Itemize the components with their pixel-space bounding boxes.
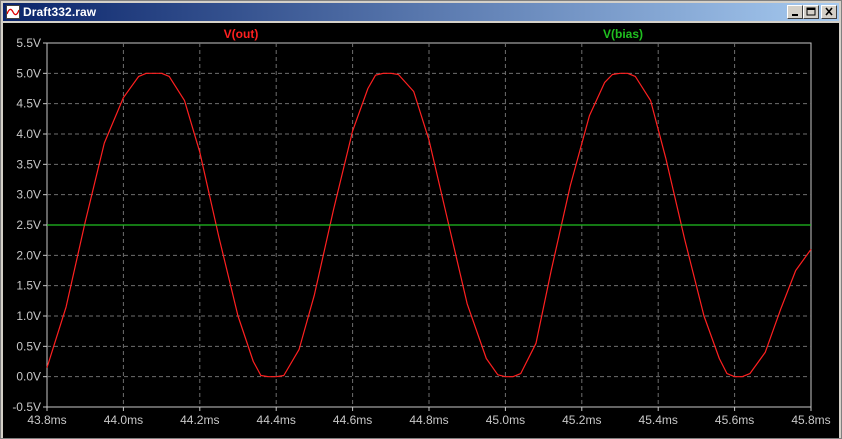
y-tick-label: 2.0V — [16, 248, 41, 262]
maximize-button[interactable] — [803, 5, 819, 19]
y-tick-label: -0.5V — [12, 400, 41, 414]
waveform-chart[interactable]: 5.5V 5.0V 4.5V 4.0V 3.5V 3.0V 2.5V 2.0V 1.5V 1.0V… — [3, 23, 839, 438]
maximize-icon — [806, 7, 816, 16]
x-tick-label: 45.2ms — [562, 413, 601, 427]
plot-area[interactable]: 5.5V 5.0V 4.5V 4.0V 3.5V 3.0V 2.5V 2.0V 1.5V 1.0V… — [3, 23, 839, 438]
y-tick-label: 3.5V — [16, 157, 41, 171]
y-tick-label: 4.5V — [16, 97, 41, 111]
y-tick-label: 1.0V — [16, 309, 41, 323]
x-tick-label: 44.6ms — [333, 413, 372, 427]
y-tick-label: 5.0V — [16, 66, 41, 80]
x-tick-label: 44.8ms — [409, 413, 448, 427]
x-tick-label: 44.2ms — [180, 413, 219, 427]
legend-label-vout[interactable]: V(out) — [224, 27, 259, 41]
y-tick-label: 2.5V — [16, 218, 41, 232]
y-axis-labels: 5.5V 5.0V 4.5V 4.0V 3.5V 3.0V 2.5V 2.0V 1.5V 1.0V… — [12, 36, 41, 414]
legend: V(out) V(bias) — [224, 27, 643, 41]
x-axis-labels: 43.8ms 44.0ms 44.2ms 44.4ms 44.6ms 44.8ms 45.0… — [27, 413, 830, 427]
title-bar[interactable]: Draft332.raw — [3, 3, 839, 21]
waveform-window: Draft332.raw 5.5V 5.0V 4.5V 4.0V 3.5V 3.… — [0, 0, 842, 439]
y-tick-label: 0.0V — [16, 370, 41, 384]
close-icon — [825, 7, 833, 16]
x-tick-label: 44.4ms — [257, 413, 296, 427]
y-tick-label: 3.0V — [16, 188, 41, 202]
minimize-icon — [792, 14, 798, 16]
x-tick-label: 45.4ms — [639, 413, 678, 427]
x-tick-label: 45.8ms — [791, 413, 830, 427]
x-tick-label: 45.6ms — [715, 413, 754, 427]
window-controls — [787, 5, 837, 19]
y-tick-label: 0.5V — [16, 339, 41, 353]
window-title: Draft332.raw — [23, 5, 97, 19]
y-tick-label: 1.5V — [16, 279, 41, 293]
minimize-button[interactable] — [787, 5, 803, 19]
grid — [43, 42, 812, 411]
legend-label-vbias[interactable]: V(bias) — [603, 27, 643, 41]
close-button[interactable] — [821, 5, 837, 19]
waveform-icon — [6, 5, 20, 19]
y-tick-label: 4.0V — [16, 127, 41, 141]
x-tick-label: 45.0ms — [486, 413, 525, 427]
x-tick-label: 44.0ms — [104, 413, 143, 427]
x-tick-label: 43.8ms — [27, 413, 66, 427]
y-tick-label: 5.5V — [16, 36, 41, 50]
